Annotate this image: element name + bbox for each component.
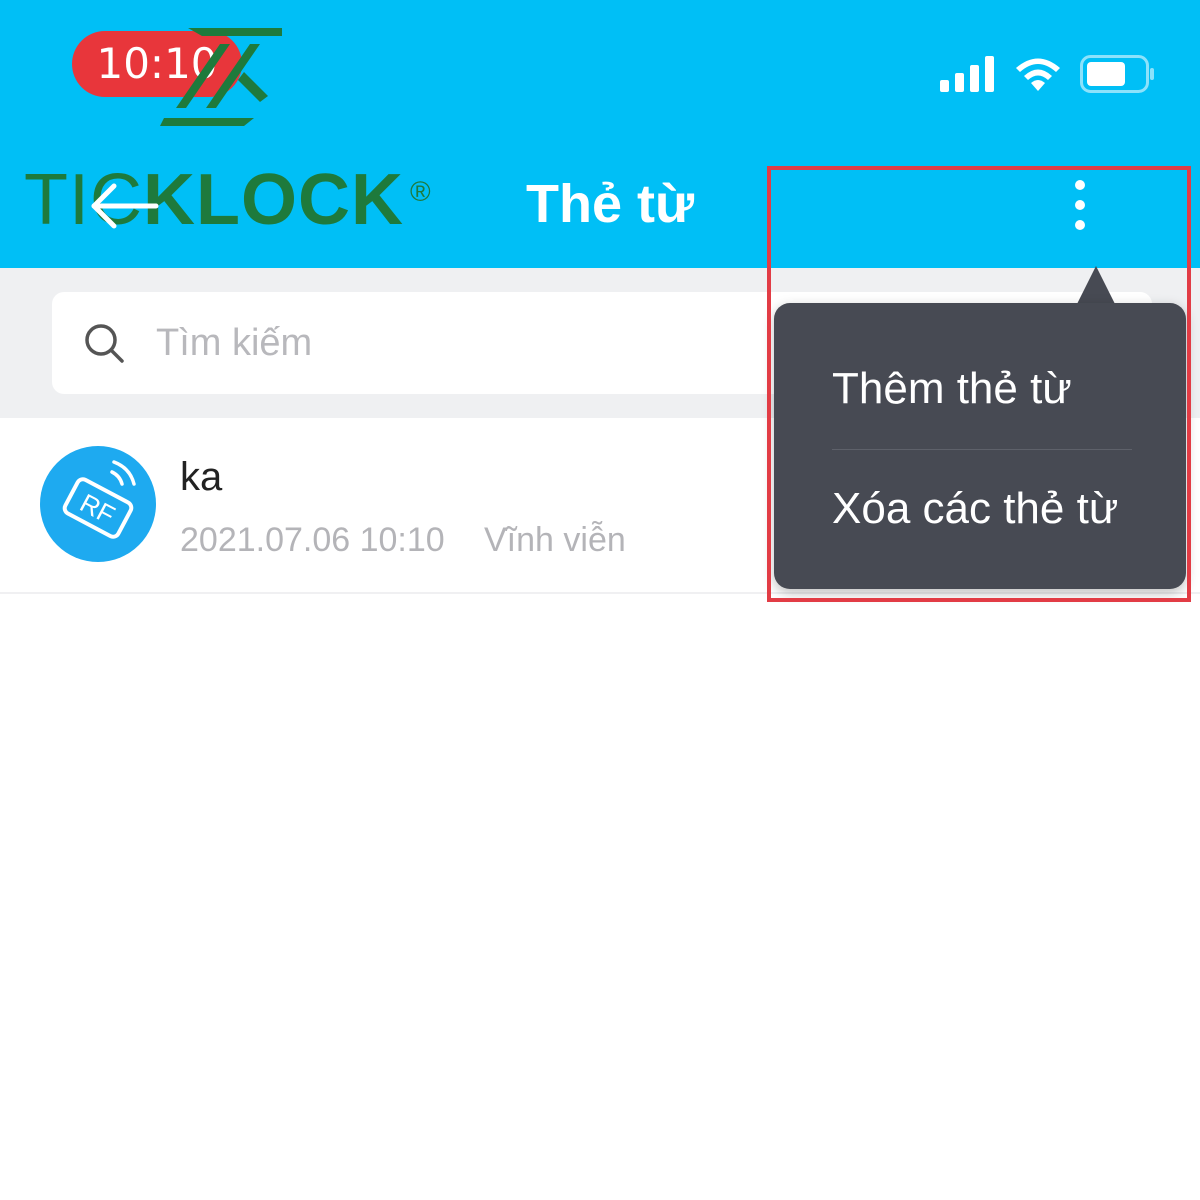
options-popup-menu: Thêm thẻ từ Xóa các thẻ từ: [774, 303, 1186, 589]
page: 10:10 TICKLOCK ® Thẻ từ Tìm kiếm RF ka 2…: [0, 0, 1200, 1200]
page-title: Thẻ từ: [526, 174, 695, 234]
more-dot-icon: [1075, 200, 1085, 210]
menu-item-delete-cards[interactable]: Xóa các thẻ từ: [774, 449, 1186, 569]
brand-part2: KLOCK: [142, 160, 404, 240]
signal-icon: [940, 56, 994, 92]
card-avatar: RF: [40, 446, 156, 562]
back-arrow-icon[interactable]: [86, 178, 166, 234]
card-name: ka: [180, 455, 223, 499]
wifi-icon: [1016, 58, 1060, 91]
more-dot-icon: [1075, 220, 1085, 230]
more-options-button[interactable]: [1058, 170, 1102, 240]
status-icons: [940, 50, 1156, 98]
battery-icon: [1080, 55, 1154, 93]
card-validity: Vĩnh viễn: [484, 521, 626, 559]
top-bar: 10:10 TICKLOCK ® Thẻ từ: [0, 0, 1200, 268]
card-date: 2021.07.06 10:10: [180, 521, 445, 559]
brand-registered: ®: [409, 176, 432, 207]
popup-arrow: [1076, 266, 1116, 306]
search-icon: [85, 324, 124, 363]
more-dot-icon: [1075, 180, 1085, 190]
watermark-logo-icon: [160, 28, 282, 126]
rf-card-icon: RF: [62, 460, 136, 539]
menu-item-add-card[interactable]: Thêm thẻ từ: [774, 329, 1186, 449]
